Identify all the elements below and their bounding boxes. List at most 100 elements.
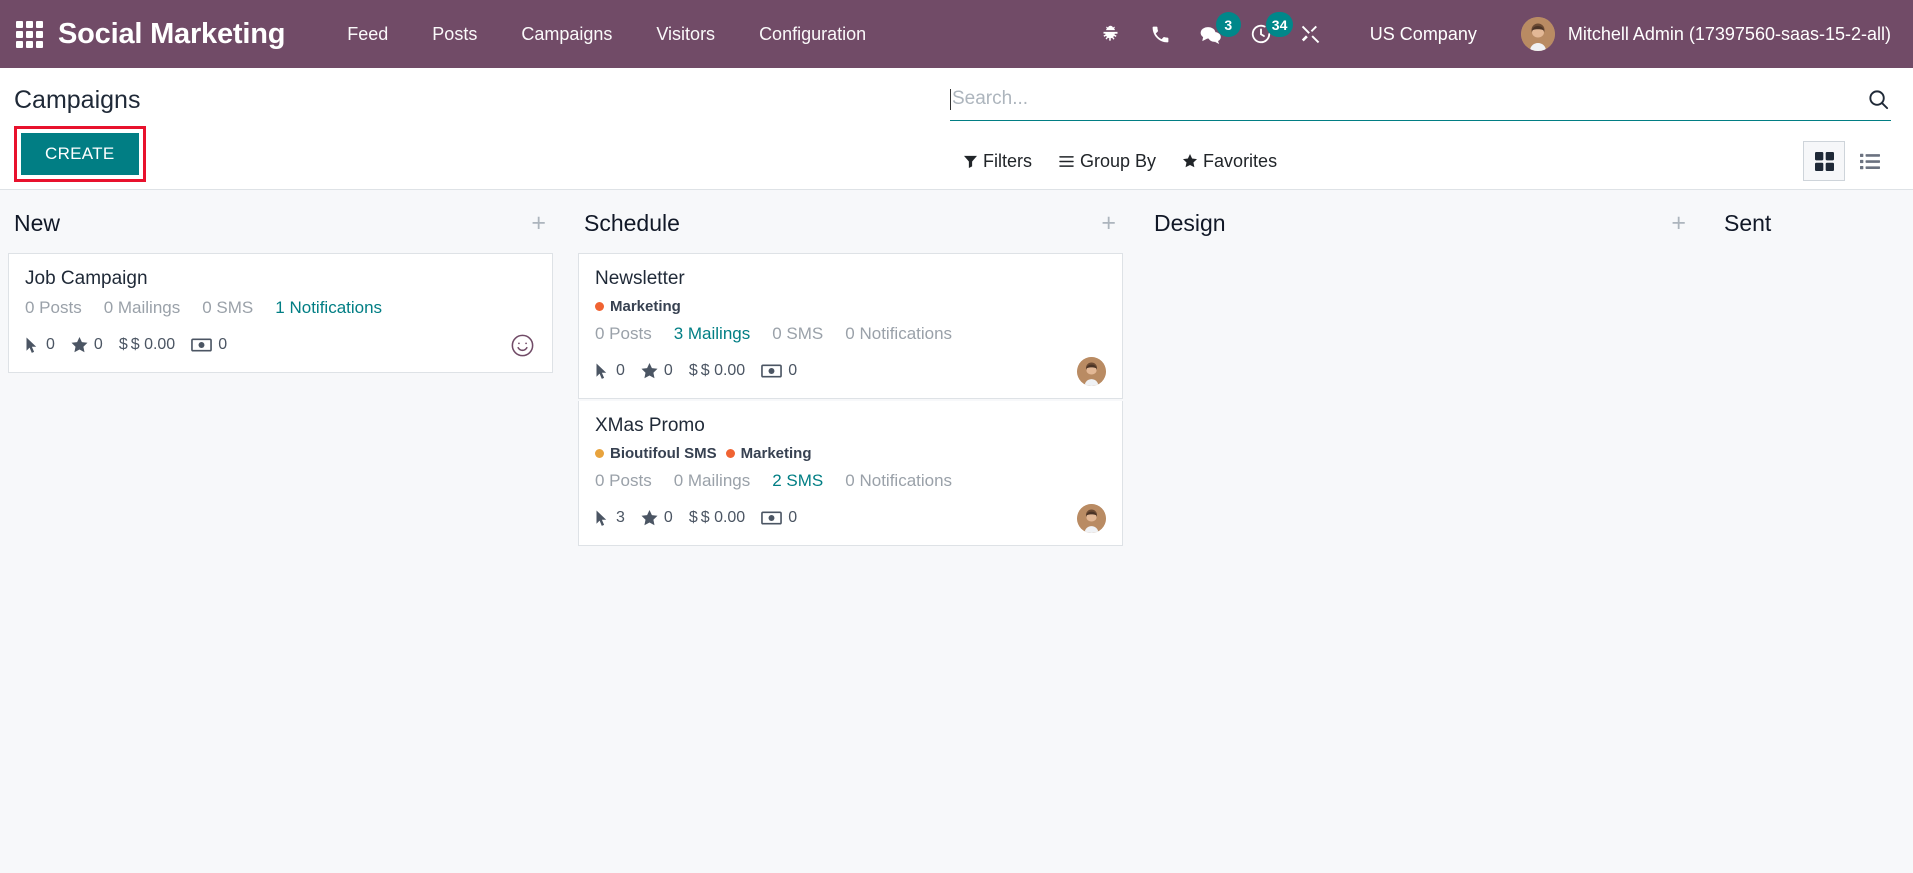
avatar-image (1077, 356, 1106, 386)
kanban-card[interactable]: XMas Promo Bioutifoul SMS Marketing 0 Po… (578, 401, 1123, 546)
app-brand-title[interactable]: Social Marketing (58, 18, 285, 51)
avatar[interactable] (1077, 503, 1106, 533)
card-tags: Bioutifoul SMS Marketing (595, 445, 1106, 462)
tag[interactable]: Marketing (725, 445, 812, 462)
metric-revenue: $ $ 0.00 (689, 509, 745, 527)
metric-quotations: 0 (761, 509, 797, 527)
cursor-click-icon (596, 363, 607, 379)
add-card-button[interactable]: + (531, 211, 546, 236)
menu-item-feed[interactable]: Feed (325, 0, 410, 68)
column-title: Schedule (584, 210, 680, 236)
stat-posts[interactable]: 0 Posts (595, 324, 652, 344)
metric-value: 0 (788, 362, 798, 379)
tag[interactable]: Marketing (595, 298, 681, 315)
stat-notifications[interactable]: 0 Notifications (845, 471, 952, 491)
card-footer: 3 0 $ $ 0.00 0 (595, 503, 1106, 533)
stat-notifications[interactable]: 0 Notifications (845, 324, 952, 344)
kanban-column-sent: Sent (1710, 190, 1913, 873)
search-button[interactable] (1865, 86, 1891, 112)
smiley-icon (511, 334, 534, 356)
kanban-card[interactable]: Newsletter Marketing 0 Posts 3 Mailings … (578, 253, 1123, 399)
stat-notifications[interactable]: 1 Notifications (275, 298, 382, 318)
top-navbar: Social Marketing Feed Posts Campaigns Vi… (0, 0, 1913, 68)
apps-grid-icon (15, 20, 43, 48)
tag[interactable]: Bioutifoul SMS (595, 445, 717, 462)
add-card-button[interactable]: + (1671, 211, 1686, 236)
stat-sms[interactable]: 2 SMS (772, 471, 823, 491)
add-card-button[interactable]: + (1101, 211, 1116, 236)
metric-value: $ 0.00 (700, 362, 746, 379)
card-stats: 0 Posts 3 Mailings 0 SMS 0 Notifications (595, 324, 1106, 344)
menu-item-configuration[interactable]: Configuration (737, 0, 888, 68)
menu-item-posts[interactable]: Posts (410, 0, 499, 68)
cursor-click-icon (596, 510, 607, 526)
tag-dot (595, 449, 604, 458)
avatar (1520, 17, 1555, 51)
bug-icon (1103, 25, 1118, 41)
debug-bug-button[interactable] (1086, 0, 1136, 68)
stat-sms[interactable]: 0 SMS (202, 298, 253, 318)
stat-mailings[interactable]: 0 Mailings (674, 471, 751, 491)
dollar-icon: $ (688, 509, 698, 526)
metric-clicks: 0 (595, 362, 625, 380)
money-bill-icon (191, 338, 213, 352)
metric-value: 0 (93, 336, 103, 353)
metric-value: $ 0.00 (700, 509, 746, 526)
stat-mailings[interactable]: 3 Mailings (674, 324, 751, 344)
dollar-icon: $ (688, 362, 698, 379)
control-panel-right: Filters Group By Favorites (950, 68, 1913, 181)
star-filled-icon (641, 363, 658, 379)
column-header: Design + (1140, 190, 1700, 253)
control-panel: Campaigns CREATE Filters (0, 68, 1913, 190)
search-bar[interactable] (950, 86, 1891, 121)
metric-leads: 0 (641, 509, 673, 527)
favorites-dropdown[interactable]: Favorites (1183, 151, 1277, 172)
menu-item-campaigns[interactable]: Campaigns (499, 0, 634, 68)
activities-button[interactable]: 34 (1236, 0, 1294, 68)
group-by-dropdown[interactable]: Group By (1059, 151, 1156, 172)
dollar-icon: $ (118, 336, 128, 353)
metric-quotations: 0 (761, 362, 797, 380)
metric-quotations: 0 (191, 336, 227, 354)
search-caret (950, 88, 951, 110)
kanban-board: New + Job Campaign 0 Posts 0 Mailings 0 … (0, 190, 1913, 873)
main-menu: Feed Posts Campaigns Visitors Configurat… (325, 0, 888, 68)
user-menu[interactable]: Mitchell Admin (17397560-saas-15-2-all) (1497, 17, 1891, 51)
list-icon (1860, 153, 1880, 169)
card-stats: 0 Posts 0 Mailings 0 SMS 1 Notifications (25, 298, 536, 318)
user-name-label: Mitchell Admin (17397560-saas-15-2-all) (1567, 23, 1891, 44)
metric-value: 0 (616, 362, 625, 379)
star-icon (1183, 154, 1198, 168)
developer-tools-button[interactable] (1286, 0, 1336, 68)
kanban-grid-icon (1814, 151, 1834, 171)
avatar[interactable] (1077, 356, 1106, 386)
kanban-card[interactable]: Job Campaign 0 Posts 0 Mailings 0 SMS 1 … (8, 253, 553, 373)
apps-menu-button[interactable] (0, 0, 58, 68)
metric-leads: 0 (71, 336, 103, 354)
search-facets: Filters Group By Favorites (950, 141, 1891, 181)
stat-posts[interactable]: 0 Posts (595, 471, 652, 491)
avatar-image (1077, 503, 1106, 533)
voip-phone-button[interactable] (1136, 0, 1186, 68)
metric-value: 0 (663, 362, 673, 379)
metric-value: 0 (218, 336, 228, 353)
metric-value: 0 (788, 509, 798, 526)
kanban-view-button[interactable] (1803, 141, 1845, 181)
avatar-placeholder[interactable] (509, 332, 536, 359)
list-view-button[interactable] (1849, 141, 1891, 181)
column-title: Design (1154, 210, 1226, 236)
search-icon (1868, 89, 1888, 109)
menu-item-visitors[interactable]: Visitors (634, 0, 737, 68)
stat-posts[interactable]: 0 Posts (25, 298, 82, 318)
money-bill-icon (761, 511, 783, 525)
search-input[interactable] (952, 88, 1865, 110)
messages-button[interactable]: 3 (1186, 0, 1241, 68)
bars-icon (1059, 155, 1074, 167)
avatar-image (1520, 17, 1555, 51)
stat-sms[interactable]: 0 SMS (772, 324, 823, 344)
company-switcher[interactable]: US Company (1350, 24, 1497, 45)
stat-mailings[interactable]: 0 Mailings (104, 298, 181, 318)
cursor-click-icon (26, 337, 37, 353)
create-button[interactable]: CREATE (21, 132, 139, 175)
filters-dropdown[interactable]: Filters (964, 151, 1032, 172)
